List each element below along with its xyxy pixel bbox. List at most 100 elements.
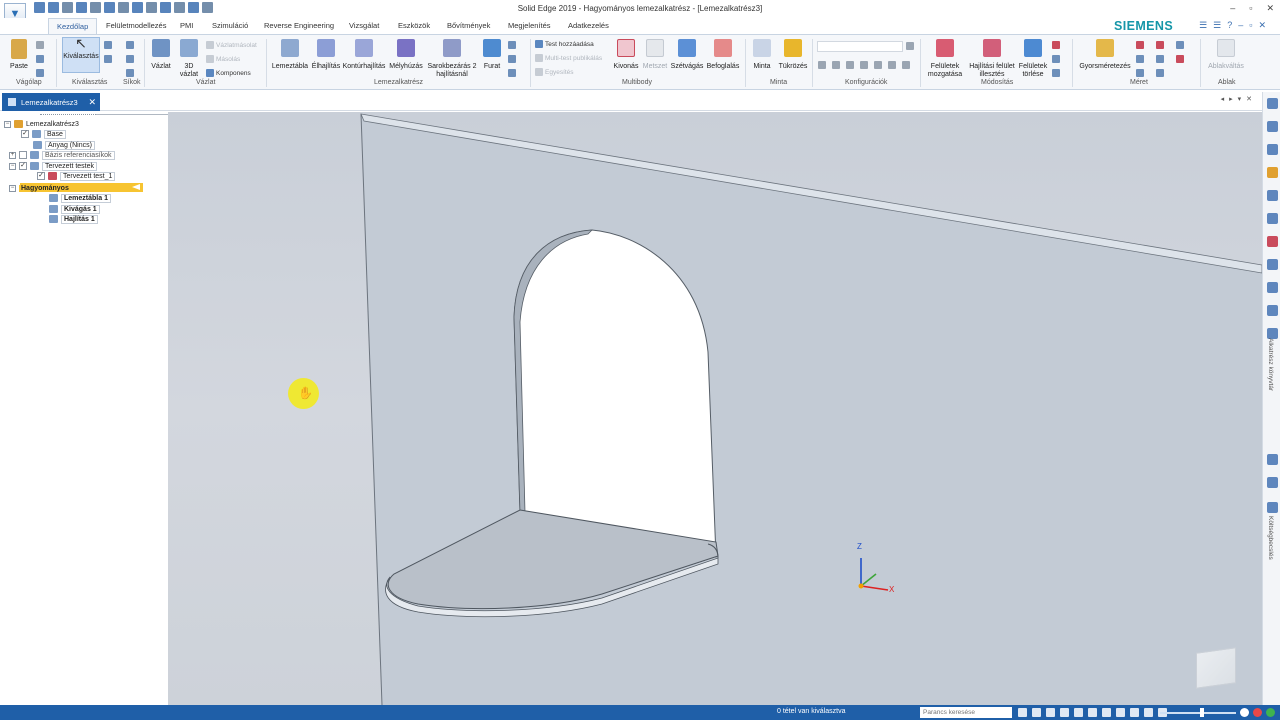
shading-icon[interactable] xyxy=(1116,708,1125,717)
config-icon-2[interactable] xyxy=(832,61,840,69)
dim-icon-5[interactable] xyxy=(1156,55,1164,63)
configuration-dropdown[interactable] xyxy=(817,41,903,52)
config-icon-1[interactable] xyxy=(818,61,826,69)
zoom-icon[interactable] xyxy=(1046,708,1055,717)
rotate-icon[interactable] xyxy=(1074,708,1083,717)
tab-bovitmenyek[interactable]: Bővítmények xyxy=(447,21,490,30)
tree-item-material[interactable]: Anyag (Nincs) xyxy=(33,140,95,150)
enclose-button[interactable]: Befoglalás xyxy=(705,39,741,71)
layout-icon[interactable]: ☰ xyxy=(1199,20,1207,31)
move-faces-button[interactable]: Felületek mozgatása xyxy=(924,39,966,79)
zoom-slider[interactable] xyxy=(1160,712,1236,714)
visibility-checkbox[interactable]: ✓ xyxy=(37,172,45,180)
view-cube[interactable] xyxy=(1196,647,1236,689)
tab-felulet-modellezes[interactable]: Felületmodellezés xyxy=(106,21,166,30)
config-icon-3[interactable] xyxy=(846,61,854,69)
intersect-button[interactable]: Metszet xyxy=(642,39,668,71)
dim-icon-1[interactable] xyxy=(1136,41,1144,49)
help-icon[interactable]: ? xyxy=(1227,20,1232,31)
tab-vizsgalat[interactable]: Vizsgálat xyxy=(349,21,379,30)
dim-icon-2[interactable] xyxy=(1136,55,1144,63)
config-icon-5[interactable] xyxy=(874,61,882,69)
parts-library-tab[interactable]: Alkatrész könyvtár xyxy=(1267,338,1274,391)
tree-item-tab-1[interactable]: Lemeztábla 1 xyxy=(49,193,111,203)
mirror-button[interactable]: Tükrözés xyxy=(777,39,809,71)
cost-estimation-icon[interactable] xyxy=(1267,502,1278,513)
smart-dimension-button[interactable]: Gyorsméretezés xyxy=(1078,39,1132,71)
status-ok-icon[interactable] xyxy=(1266,708,1275,717)
dimple-button[interactable]: Mélyhúzás xyxy=(389,39,423,71)
layout2-icon[interactable]: ☰ xyxy=(1213,20,1221,31)
tree-item-flange-1[interactable]: Hajlítás 1 xyxy=(49,214,98,224)
dock-icon-7[interactable] xyxy=(1267,305,1278,316)
coordinate-system-icon[interactable] xyxy=(126,69,134,77)
pan-icon[interactable] xyxy=(1060,708,1069,717)
facebook-icon[interactable] xyxy=(1267,259,1278,270)
visibility-checkbox[interactable]: ✓ xyxy=(19,162,27,170)
emboss-icon[interactable] xyxy=(508,55,516,63)
tab-szimulacio[interactable]: Szimuláció xyxy=(212,21,248,30)
tab-list-icon[interactable]: ▾ xyxy=(1238,95,1242,103)
collapse-icon[interactable]: − xyxy=(9,184,16,192)
zoom-area-icon[interactable] xyxy=(1032,708,1041,717)
dock-icon-9[interactable] xyxy=(1267,477,1278,488)
tree-item-cutout-1[interactable]: Kivágás 1 xyxy=(49,204,100,214)
cutout-icon[interactable] xyxy=(508,41,516,49)
tree-item-reference-planes[interactable]: + Bázis referenciasíkok xyxy=(9,150,115,160)
window-switch-button[interactable]: Ablakváltás xyxy=(1205,39,1247,71)
flange-button[interactable]: Élhajlítás xyxy=(311,39,341,71)
format-painter-icon[interactable] xyxy=(36,69,44,77)
close-tab-icon[interactable]: ✕ xyxy=(88,97,96,108)
close-button[interactable]: ✕ xyxy=(1266,3,1274,14)
hole-button[interactable]: Furat xyxy=(481,39,503,71)
config-icon-7[interactable] xyxy=(902,61,910,69)
louver-icon[interactable] xyxy=(508,69,516,77)
contour-flange-button[interactable]: Kontúrhajlítás xyxy=(342,39,386,71)
dock-icon-1[interactable] xyxy=(1267,98,1278,109)
bend-fit-button[interactable]: Hajlítási felület illesztés xyxy=(968,39,1016,79)
sketch3d-button[interactable]: 3D vázlat xyxy=(178,39,200,79)
copy-button[interactable]: Másolás xyxy=(206,55,240,63)
components-button[interactable]: Komponens xyxy=(206,69,251,77)
pattern-button[interactable]: Minta xyxy=(750,39,774,71)
expand-icon[interactable]: + xyxy=(9,151,16,159)
tree-item-root[interactable]: − Lemezalkatrész3 xyxy=(4,119,79,129)
plane-offset-icon[interactable] xyxy=(126,55,134,63)
record-icon[interactable] xyxy=(1253,708,1262,717)
config-icon-6[interactable] xyxy=(888,61,896,69)
help-circle-icon[interactable] xyxy=(1267,213,1278,224)
add-body-button[interactable]: Test hozzáadása xyxy=(535,40,594,48)
tab-prev-icon[interactable]: ◂ xyxy=(1221,95,1225,103)
dim-icon-3[interactable] xyxy=(1136,69,1144,77)
tab-eszkozok[interactable]: Eszközök xyxy=(398,21,430,30)
tab-close-all-icon[interactable]: ✕ xyxy=(1246,95,1252,103)
sketch-button[interactable]: Vázlat xyxy=(150,39,172,71)
modify-icon-2[interactable] xyxy=(1052,55,1060,63)
corner-close-button[interactable]: Sarokbezárás 2 hajlításnál xyxy=(426,39,478,79)
graphics-viewport[interactable]: ✋ Z X xyxy=(168,112,1262,705)
copy-icon[interactable] xyxy=(36,55,44,63)
dim-icon-4[interactable] xyxy=(1156,41,1164,49)
union-button[interactable]: Egyesítés xyxy=(535,68,574,76)
select-button[interactable]: ↖ Kiválasztás xyxy=(62,36,100,73)
tab-pmi[interactable]: PMI xyxy=(180,21,193,30)
settings-icon[interactable] xyxy=(1144,708,1153,717)
select-filter-icon[interactable] xyxy=(104,41,112,49)
tab-next-icon[interactable]: ▸ xyxy=(1229,95,1233,103)
dock-icon-2[interactable] xyxy=(1267,121,1278,132)
youtube-icon[interactable] xyxy=(1267,236,1278,247)
cost-estimation-tab[interactable]: Költségbecslés xyxy=(1267,516,1274,560)
ribbon-close-icon[interactable]: ✕ xyxy=(1258,20,1266,31)
multibody-publish-button[interactable]: Multi-test publikálás xyxy=(535,54,602,62)
dock-icon-3[interactable] xyxy=(1267,144,1278,155)
document-tab[interactable]: Lemezalkatrész3 ✕ xyxy=(2,93,100,111)
display-style-icon[interactable] xyxy=(1102,708,1111,717)
ribbon-minimize-icon[interactable]: – xyxy=(1238,20,1243,31)
modify-icon-3[interactable] xyxy=(1052,69,1060,77)
view-orient-icon[interactable] xyxy=(1088,708,1097,717)
select-mode-icon[interactable] xyxy=(104,55,112,63)
collapse-icon[interactable]: − xyxy=(9,162,16,170)
tab-adatkezeles[interactable]: Adatkezelés xyxy=(568,21,609,30)
zoom-slider-thumb[interactable] xyxy=(1200,708,1204,717)
plane-icon[interactable] xyxy=(126,41,134,49)
